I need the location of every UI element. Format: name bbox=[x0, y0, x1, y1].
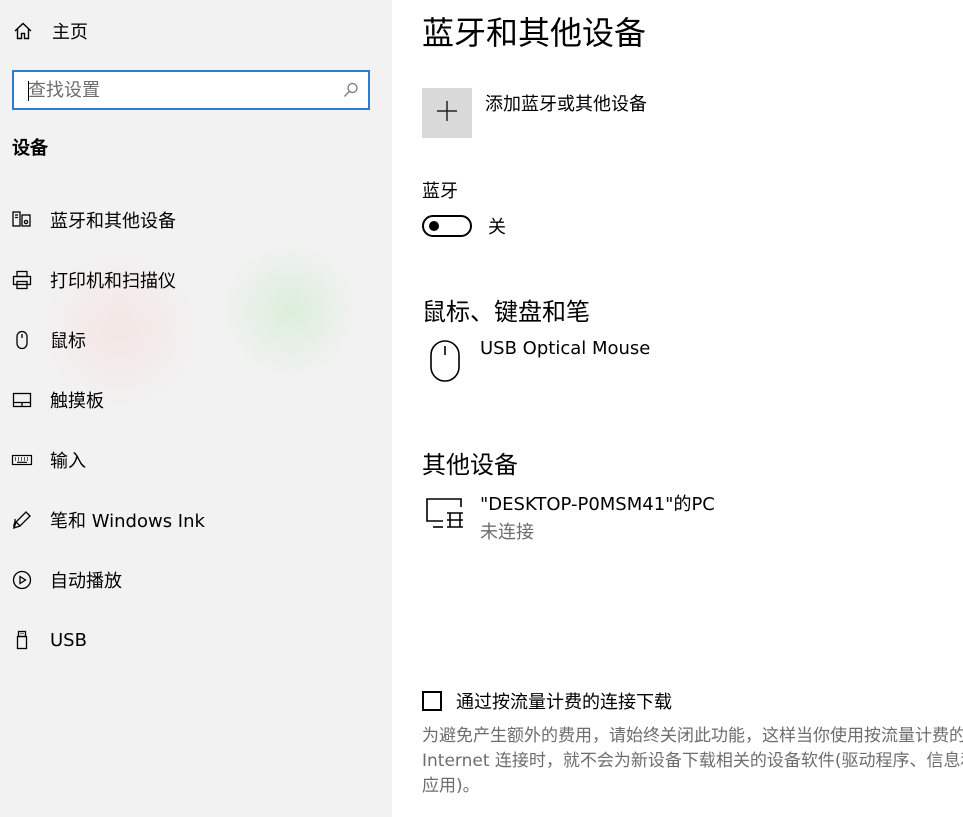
plus-icon bbox=[435, 99, 459, 127]
toggle-knob bbox=[429, 221, 439, 231]
search-box[interactable] bbox=[12, 70, 370, 110]
device-name: "DESKTOP-P0MSM41"的PC bbox=[480, 494, 715, 515]
settings-window: 主页 设备 bbox=[0, 0, 963, 817]
mouse-icon bbox=[10, 328, 34, 352]
bluetooth-label: 蓝牙 bbox=[422, 181, 458, 202]
mouse-icon bbox=[422, 338, 468, 384]
sidebar-item-usb[interactable]: USB bbox=[0, 610, 392, 670]
autoplay-icon bbox=[10, 568, 34, 592]
device-desktop-pc[interactable]: "DESKTOP-P0MSM41"的PC 未连接 bbox=[422, 490, 715, 544]
sidebar-item-bluetooth[interactable]: 蓝牙和其他设备 bbox=[0, 190, 392, 250]
keyboard-icon bbox=[10, 448, 34, 472]
metered-download-checkbox[interactable] bbox=[422, 691, 442, 711]
sidebar-nav: 蓝牙和其他设备 打印机和扫描仪 鼠标 触摸板 输入 笔和 Windows Ink… bbox=[0, 190, 392, 670]
mouse-keyboard-pen-heading: 鼠标、键盘和笔 bbox=[422, 298, 590, 326]
sidebar-item-label: 蓝牙和其他设备 bbox=[50, 211, 176, 232]
sidebar-item-autoplay[interactable]: 自动播放 bbox=[0, 550, 392, 610]
device-texts: "DESKTOP-P0MSM41"的PC 未连接 bbox=[480, 490, 715, 544]
other-devices-heading: 其他设备 bbox=[422, 451, 518, 479]
sidebar: 主页 设备 bbox=[0, 0, 392, 817]
device-usb-mouse[interactable]: USB Optical Mouse bbox=[422, 338, 650, 384]
sidebar-item-label: USB bbox=[50, 629, 87, 651]
touchpad-icon bbox=[10, 388, 34, 412]
sidebar-item-label: 输入 bbox=[50, 451, 86, 472]
pen-icon bbox=[10, 508, 34, 532]
add-tile bbox=[422, 88, 472, 138]
sidebar-item-label: 自动播放 bbox=[50, 571, 122, 592]
main-content: 蓝牙和其他设备 添加蓝牙或其他设备 蓝牙 关 鼠标、键盘和笔 USB Optic… bbox=[392, 0, 963, 817]
device-texts: USB Optical Mouse bbox=[480, 338, 650, 359]
add-device-label: 添加蓝牙或其他设备 bbox=[485, 94, 647, 115]
sidebar-section-title: 设备 bbox=[12, 138, 48, 159]
bluetooth-toggle[interactable] bbox=[422, 215, 472, 237]
search-icon[interactable] bbox=[342, 81, 360, 99]
sidebar-item-printers[interactable]: 打印机和扫描仪 bbox=[0, 250, 392, 310]
bluetooth-toggle-row: 关 bbox=[422, 213, 506, 239]
sidebar-item-pen[interactable]: 笔和 Windows Ink bbox=[0, 490, 392, 550]
sidebar-item-label: 笔和 Windows Ink bbox=[50, 511, 205, 532]
printer-icon bbox=[10, 268, 34, 292]
bluetooth-state: 关 bbox=[488, 217, 506, 238]
sidebar-item-mouse[interactable]: 鼠标 bbox=[0, 310, 392, 370]
search-input[interactable] bbox=[14, 72, 338, 108]
metered-download-option[interactable]: 通过按流量计费的连接下载 bbox=[422, 688, 672, 714]
usb-icon bbox=[10, 628, 34, 652]
home-icon bbox=[12, 20, 34, 42]
metered-download-description: 为避免产生额外的费用，请始终关闭此功能，这样当你使用按流量计费的 Interne… bbox=[422, 726, 963, 796]
sidebar-item-touchpad[interactable]: 触摸板 bbox=[0, 370, 392, 430]
sidebar-item-label: 鼠标 bbox=[50, 331, 86, 352]
bluetooth-devices-icon bbox=[10, 208, 34, 232]
sidebar-item-label: 触摸板 bbox=[50, 391, 104, 412]
add-device-button[interactable]: 添加蓝牙或其他设备 bbox=[422, 88, 647, 138]
device-name: USB Optical Mouse bbox=[480, 338, 651, 359]
text-caret bbox=[28, 81, 29, 101]
pc-wireless-icon bbox=[422, 490, 468, 536]
metered-download-label: 通过按流量计费的连接下载 bbox=[456, 692, 672, 713]
sidebar-home[interactable]: 主页 bbox=[12, 14, 372, 48]
home-label: 主页 bbox=[52, 22, 88, 43]
page-title: 蓝牙和其他设备 bbox=[422, 14, 647, 52]
device-status: 未连接 bbox=[480, 522, 534, 543]
sidebar-item-typing[interactable]: 输入 bbox=[0, 430, 392, 490]
sidebar-item-label: 打印机和扫描仪 bbox=[50, 271, 176, 292]
